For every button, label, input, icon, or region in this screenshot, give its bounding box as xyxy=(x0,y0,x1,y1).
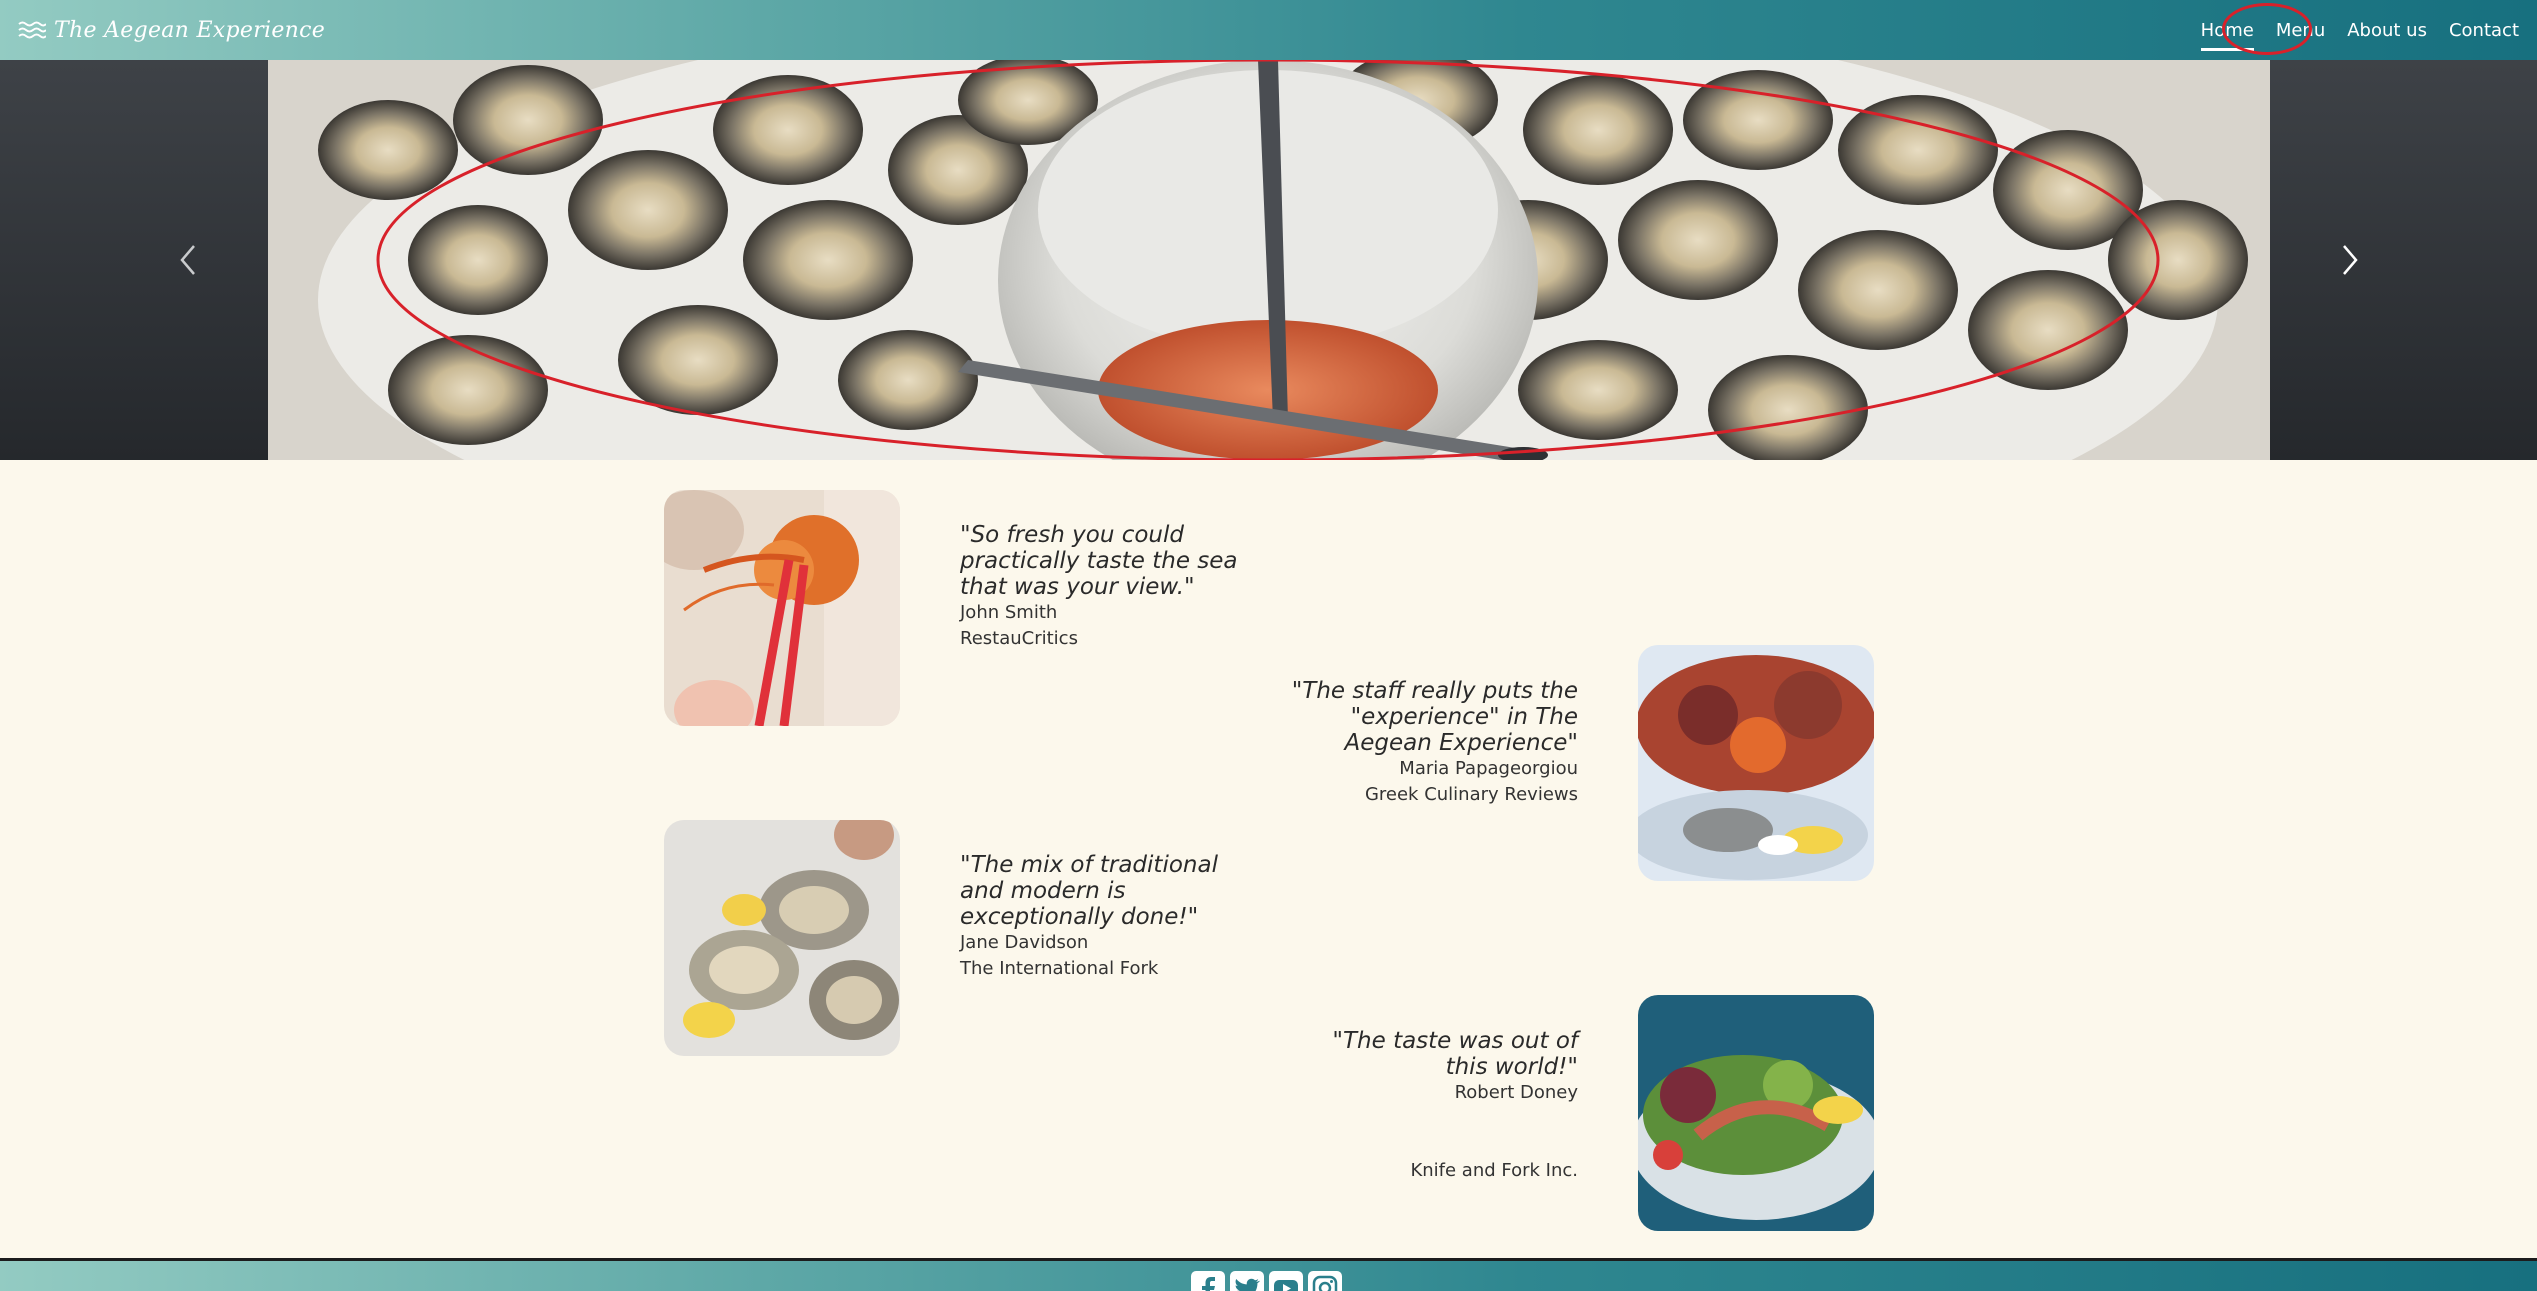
brand[interactable]: The Aegean Experience xyxy=(18,18,325,43)
twitter-link[interactable] xyxy=(1230,1271,1264,1291)
facebook-link[interactable] xyxy=(1191,1271,1225,1291)
testimonial-author: Robert Doney xyxy=(1454,1082,1578,1103)
nav-links: Home Menu About us Contact xyxy=(2179,0,2519,60)
testimonial-quote: "The taste was out of this world!" xyxy=(1332,1028,1578,1080)
chevron-left-icon xyxy=(180,245,195,275)
testimonial-source: Knife and Fork Inc. xyxy=(1410,1160,1578,1181)
social-links xyxy=(1191,1271,1347,1291)
testimonial-quote: "So fresh you could practically taste th… xyxy=(960,522,1238,600)
hero-carousel xyxy=(0,60,2537,460)
nav-about-us[interactable]: About us xyxy=(2347,14,2427,47)
carousel-prev-button[interactable] xyxy=(168,240,208,280)
testimonial-source: RestauCritics xyxy=(960,628,1078,649)
twitter-icon xyxy=(1235,1278,1260,1291)
testimonial-quote: "The staff really puts the "experience" … xyxy=(1291,678,1578,756)
testimonial-author: John Smith xyxy=(960,602,1058,623)
chevron-right-icon xyxy=(2343,245,2358,275)
hero-oysters-image xyxy=(268,60,2270,460)
testimonial-author: Jane Davidson xyxy=(960,932,1089,953)
youtube-icon xyxy=(1274,1280,1298,1291)
shrimp-photo xyxy=(664,490,900,726)
brand-name: The Aegean Experience xyxy=(54,17,326,43)
octopus-salad-photo xyxy=(1638,995,1874,1231)
testimonial-source: Greek Culinary Reviews xyxy=(1364,784,1578,805)
testimonial-4: "The taste was out of this world!" Rober… xyxy=(1288,1028,1578,1184)
carousel-next-button[interactable] xyxy=(2330,240,2370,280)
testimonial-source: The International Fork xyxy=(960,958,1159,979)
navbar: The Aegean Experience Home Menu About us… xyxy=(0,0,2537,60)
nav-home[interactable]: Home xyxy=(2200,14,2254,51)
nav-menu[interactable]: Menu xyxy=(2276,14,2325,47)
oysters-photo xyxy=(664,820,900,1056)
testimonial-author: Maria Papageorgiou xyxy=(1399,758,1578,779)
seafood-platter-photo xyxy=(1638,645,1874,881)
testimonial-2: "The staff really puts the "experience" … xyxy=(1288,678,1578,808)
testimonial-3: "The mix of traditional and modern is ex… xyxy=(960,852,1250,982)
waves-icon xyxy=(18,21,46,39)
testimonial-quote: "The mix of traditional and modern is ex… xyxy=(960,852,1218,930)
testimonial-1: "So fresh you could practically taste th… xyxy=(960,522,1250,652)
facebook-icon xyxy=(1202,1277,1215,1291)
youtube-link[interactable] xyxy=(1269,1271,1303,1291)
instagram-icon xyxy=(1312,1275,1338,1291)
footer xyxy=(0,1258,2537,1291)
instagram-link[interactable] xyxy=(1308,1271,1342,1291)
nav-contact[interactable]: Contact xyxy=(2449,14,2519,47)
